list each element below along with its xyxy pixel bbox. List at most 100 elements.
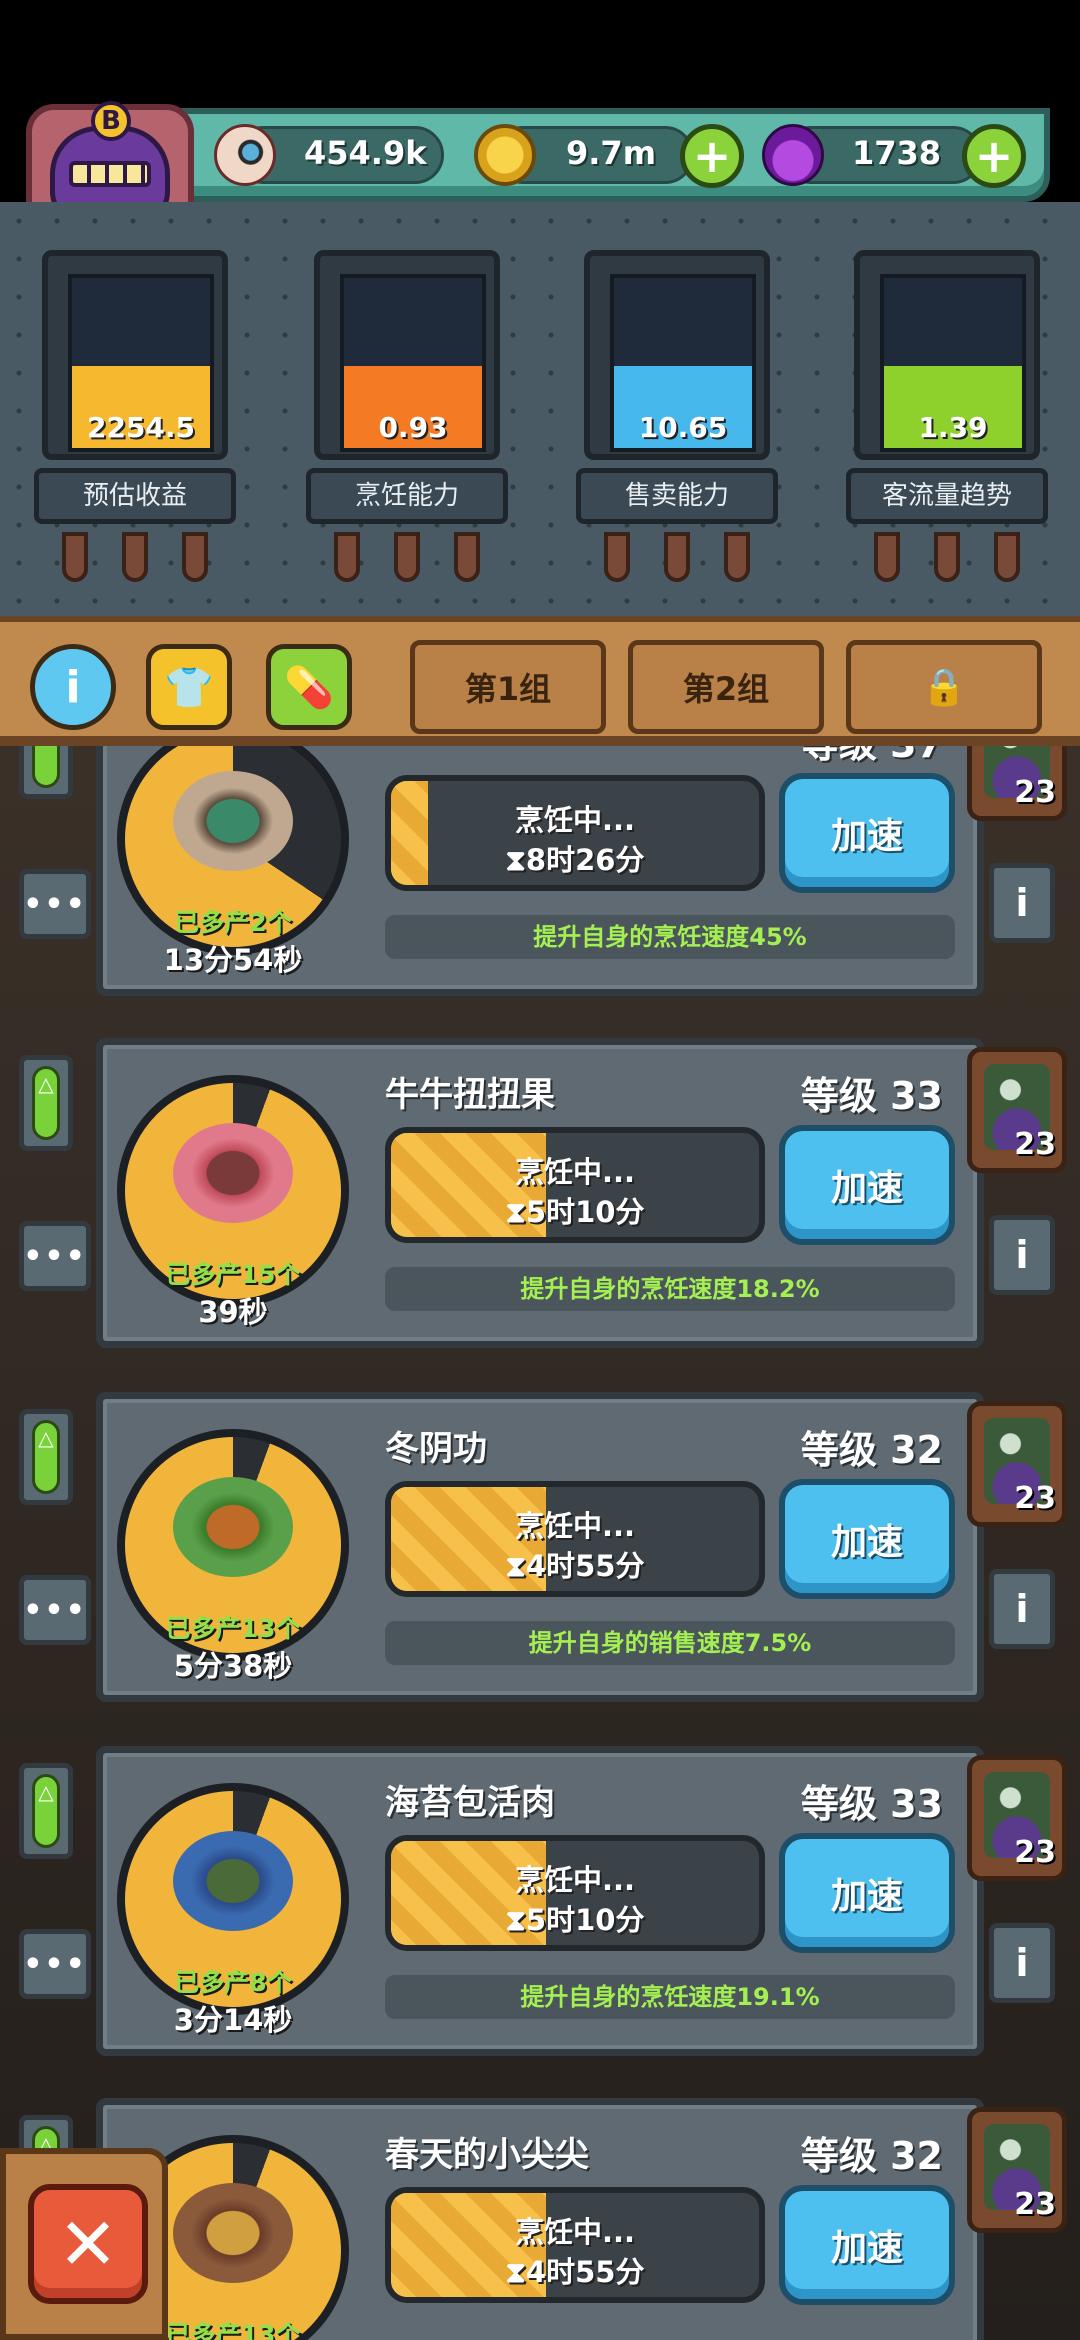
pipe bbox=[122, 532, 148, 582]
cooking-remaining: ⧗5时10分 bbox=[505, 1195, 645, 1229]
cooking-remaining: ⧗8时26分 bbox=[505, 843, 645, 877]
monster-chef[interactable]: 23 bbox=[967, 746, 1067, 821]
more-button[interactable]: ••• bbox=[19, 1575, 91, 1645]
speed-up-button[interactable]: 加速 bbox=[779, 773, 955, 893]
lock-icon: 🔒 bbox=[921, 667, 967, 708]
speed-up-button[interactable]: 加速 bbox=[779, 1125, 955, 1245]
dish-image[interactable]: 已多产8个 3分14秒 bbox=[117, 1783, 349, 2037]
stat-customer-trend: 1.39 客流量趋势 bbox=[846, 250, 1048, 582]
add-coin-button[interactable]: + bbox=[680, 124, 744, 188]
dish-extra-produced: 已多产8个 bbox=[174, 1968, 292, 1997]
dish-name: 海苔包活肉 bbox=[385, 1783, 555, 1823]
pipe bbox=[394, 532, 420, 582]
potion-icon bbox=[762, 124, 824, 186]
dish-info-button[interactable]: i bbox=[989, 1923, 1055, 2003]
cooking-progress: 烹饪中... ⧗4时55分 bbox=[385, 2187, 765, 2303]
cooking-progress: 烹饪中... ⧗5时10分 bbox=[385, 1835, 765, 1951]
cooking-progress: 烹饪中... ⧗4时55分 bbox=[385, 1481, 765, 1597]
dish-extra-produced: 已多产13个 bbox=[165, 1614, 301, 1643]
monster-chef[interactable]: 23 bbox=[967, 2107, 1067, 2233]
dish-level: 等级 37 bbox=[801, 746, 943, 768]
stat-label: 售卖能力 bbox=[576, 468, 778, 524]
more-button[interactable]: ••• bbox=[19, 1221, 91, 1291]
dish-plate-art bbox=[173, 2183, 293, 2283]
dish-timer: 39秒 bbox=[198, 1295, 268, 1329]
more-button[interactable]: ••• bbox=[19, 1929, 91, 1999]
stat-pipes bbox=[602, 532, 752, 586]
status-bar bbox=[0, 0, 1080, 108]
dish-card: 海苔包活肉 等级 33 已多产8个 3分14秒 烹饪中... ⧗5时10分 加速… bbox=[19, 1746, 1067, 2056]
stat-tank: 0.93 bbox=[340, 274, 486, 452]
stat-tank: 1.39 bbox=[880, 274, 1026, 452]
speed-up-button[interactable]: 加速 bbox=[779, 1479, 955, 1599]
arrow-up-icon: △ bbox=[32, 1774, 60, 1848]
stat-tank: 2254.5 bbox=[68, 274, 214, 452]
dish-bonus: 提升自身的烹饪速度19.1% bbox=[385, 1975, 955, 2019]
dish-plate-art bbox=[173, 771, 293, 871]
dish-image[interactable]: 已多产2个 13分54秒 bbox=[117, 746, 349, 977]
speed-up-button[interactable]: 加速 bbox=[779, 1833, 955, 1953]
monster-chef[interactable]: 23 bbox=[967, 1401, 1067, 1527]
add-potion-button[interactable]: + bbox=[962, 124, 1026, 188]
pill-button[interactable]: 💊 bbox=[266, 644, 352, 730]
eyeball-icon bbox=[214, 124, 276, 186]
dish-image[interactable]: 已多产15个 39秒 bbox=[117, 1075, 349, 1329]
tab-group-locked[interactable]: 🔒 bbox=[846, 640, 1042, 734]
cooking-progress: 烹饪中... ⧗8时26分 bbox=[385, 775, 765, 891]
speed-up-button[interactable]: 加速 bbox=[779, 2185, 955, 2305]
dish-bonus: 提升自身的烹饪速度45% bbox=[385, 915, 955, 959]
upgrade-toggle[interactable]: △ bbox=[19, 1055, 73, 1151]
monster-chef[interactable]: 23 bbox=[967, 1755, 1067, 1881]
dish-bonus: 提升自身的销售速度7.5% bbox=[385, 1621, 955, 1665]
coin-icon bbox=[474, 124, 536, 186]
stat-cooking-ability: 0.93 烹饪能力 bbox=[306, 250, 508, 582]
pill-icon: 💊 bbox=[284, 664, 334, 711]
upgrade-toggle[interactable]: △ bbox=[19, 746, 73, 799]
cooking-status: 烹饪中... bbox=[514, 2215, 636, 2249]
potion-value: 1738 bbox=[852, 134, 942, 172]
stat-pipes bbox=[60, 532, 210, 586]
dish-level: 等级 32 bbox=[800, 2134, 943, 2178]
cooking-status: 烹饪中... bbox=[514, 803, 636, 837]
dish-card: 春天的小尖尖 等级 32 已多产13个 烹饪中... ⧗4时55分 加速 △ 2… bbox=[19, 2098, 1067, 2340]
stat-label: 预估收益 bbox=[34, 468, 236, 524]
upgrade-toggle[interactable]: △ bbox=[19, 1409, 73, 1505]
arrow-up-icon: △ bbox=[32, 746, 60, 788]
dish-list[interactable]: 等级 37 已多产2个 13分54秒 烹饪中... ⧗8时26分 加速 提升自身… bbox=[0, 746, 1080, 2340]
arrow-up-icon: △ bbox=[32, 1066, 60, 1140]
upgrade-toggle[interactable]: △ bbox=[19, 1763, 73, 1859]
tab-group-2[interactable]: 第2组 bbox=[628, 640, 824, 734]
dish-image[interactable]: 已多产13个 5分38秒 bbox=[117, 1429, 349, 1683]
dish-timer: 13分54秒 bbox=[163, 943, 303, 977]
close-panel: ✕ bbox=[0, 2148, 168, 2340]
monster-count: 23 bbox=[1014, 1127, 1056, 1162]
cooking-status: 烹饪中... bbox=[514, 1509, 636, 1543]
dish-card: 等级 37 已多产2个 13分54秒 烹饪中... ⧗8时26分 加速 提升自身… bbox=[19, 746, 1067, 996]
pipe bbox=[874, 532, 900, 582]
dish-info-button[interactable]: i bbox=[989, 863, 1055, 943]
stat-frame: 2254.5 bbox=[42, 250, 228, 460]
outfit-button[interactable]: 👕 bbox=[146, 644, 232, 730]
info-button[interactable]: i bbox=[30, 644, 116, 730]
dish-extra-produced: 已多产2个 bbox=[174, 908, 292, 937]
stat-pipes bbox=[332, 532, 482, 586]
pipe bbox=[934, 532, 960, 582]
close-button[interactable]: ✕ bbox=[28, 2184, 148, 2304]
dish-timer: 3分14秒 bbox=[173, 2003, 293, 2037]
dish-info-button[interactable]: i bbox=[989, 1569, 1055, 1649]
cooking-progress: 烹饪中... ⧗5时10分 bbox=[385, 1127, 765, 1243]
dish-info-button[interactable]: i bbox=[989, 1215, 1055, 1295]
stat-selling-ability: 10.65 售卖能力 bbox=[576, 250, 778, 582]
eyeball-value: 454.9k bbox=[304, 134, 427, 172]
stat-pipes bbox=[872, 532, 1022, 586]
monster-chef[interactable]: 23 bbox=[967, 1047, 1067, 1173]
dish-extra-produced: 已多产15个 bbox=[165, 1260, 301, 1289]
more-button[interactable]: ••• bbox=[19, 869, 91, 939]
dish-name: 牛牛扭扭果 bbox=[385, 1075, 555, 1115]
monster-count: 23 bbox=[1014, 1481, 1056, 1516]
dish-name: 冬阴功 bbox=[385, 1429, 487, 1469]
tab-group-1[interactable]: 第1组 bbox=[410, 640, 606, 734]
avatar-teeth bbox=[69, 161, 151, 187]
pipe bbox=[334, 532, 360, 582]
close-icon: ✕ bbox=[57, 2202, 119, 2286]
